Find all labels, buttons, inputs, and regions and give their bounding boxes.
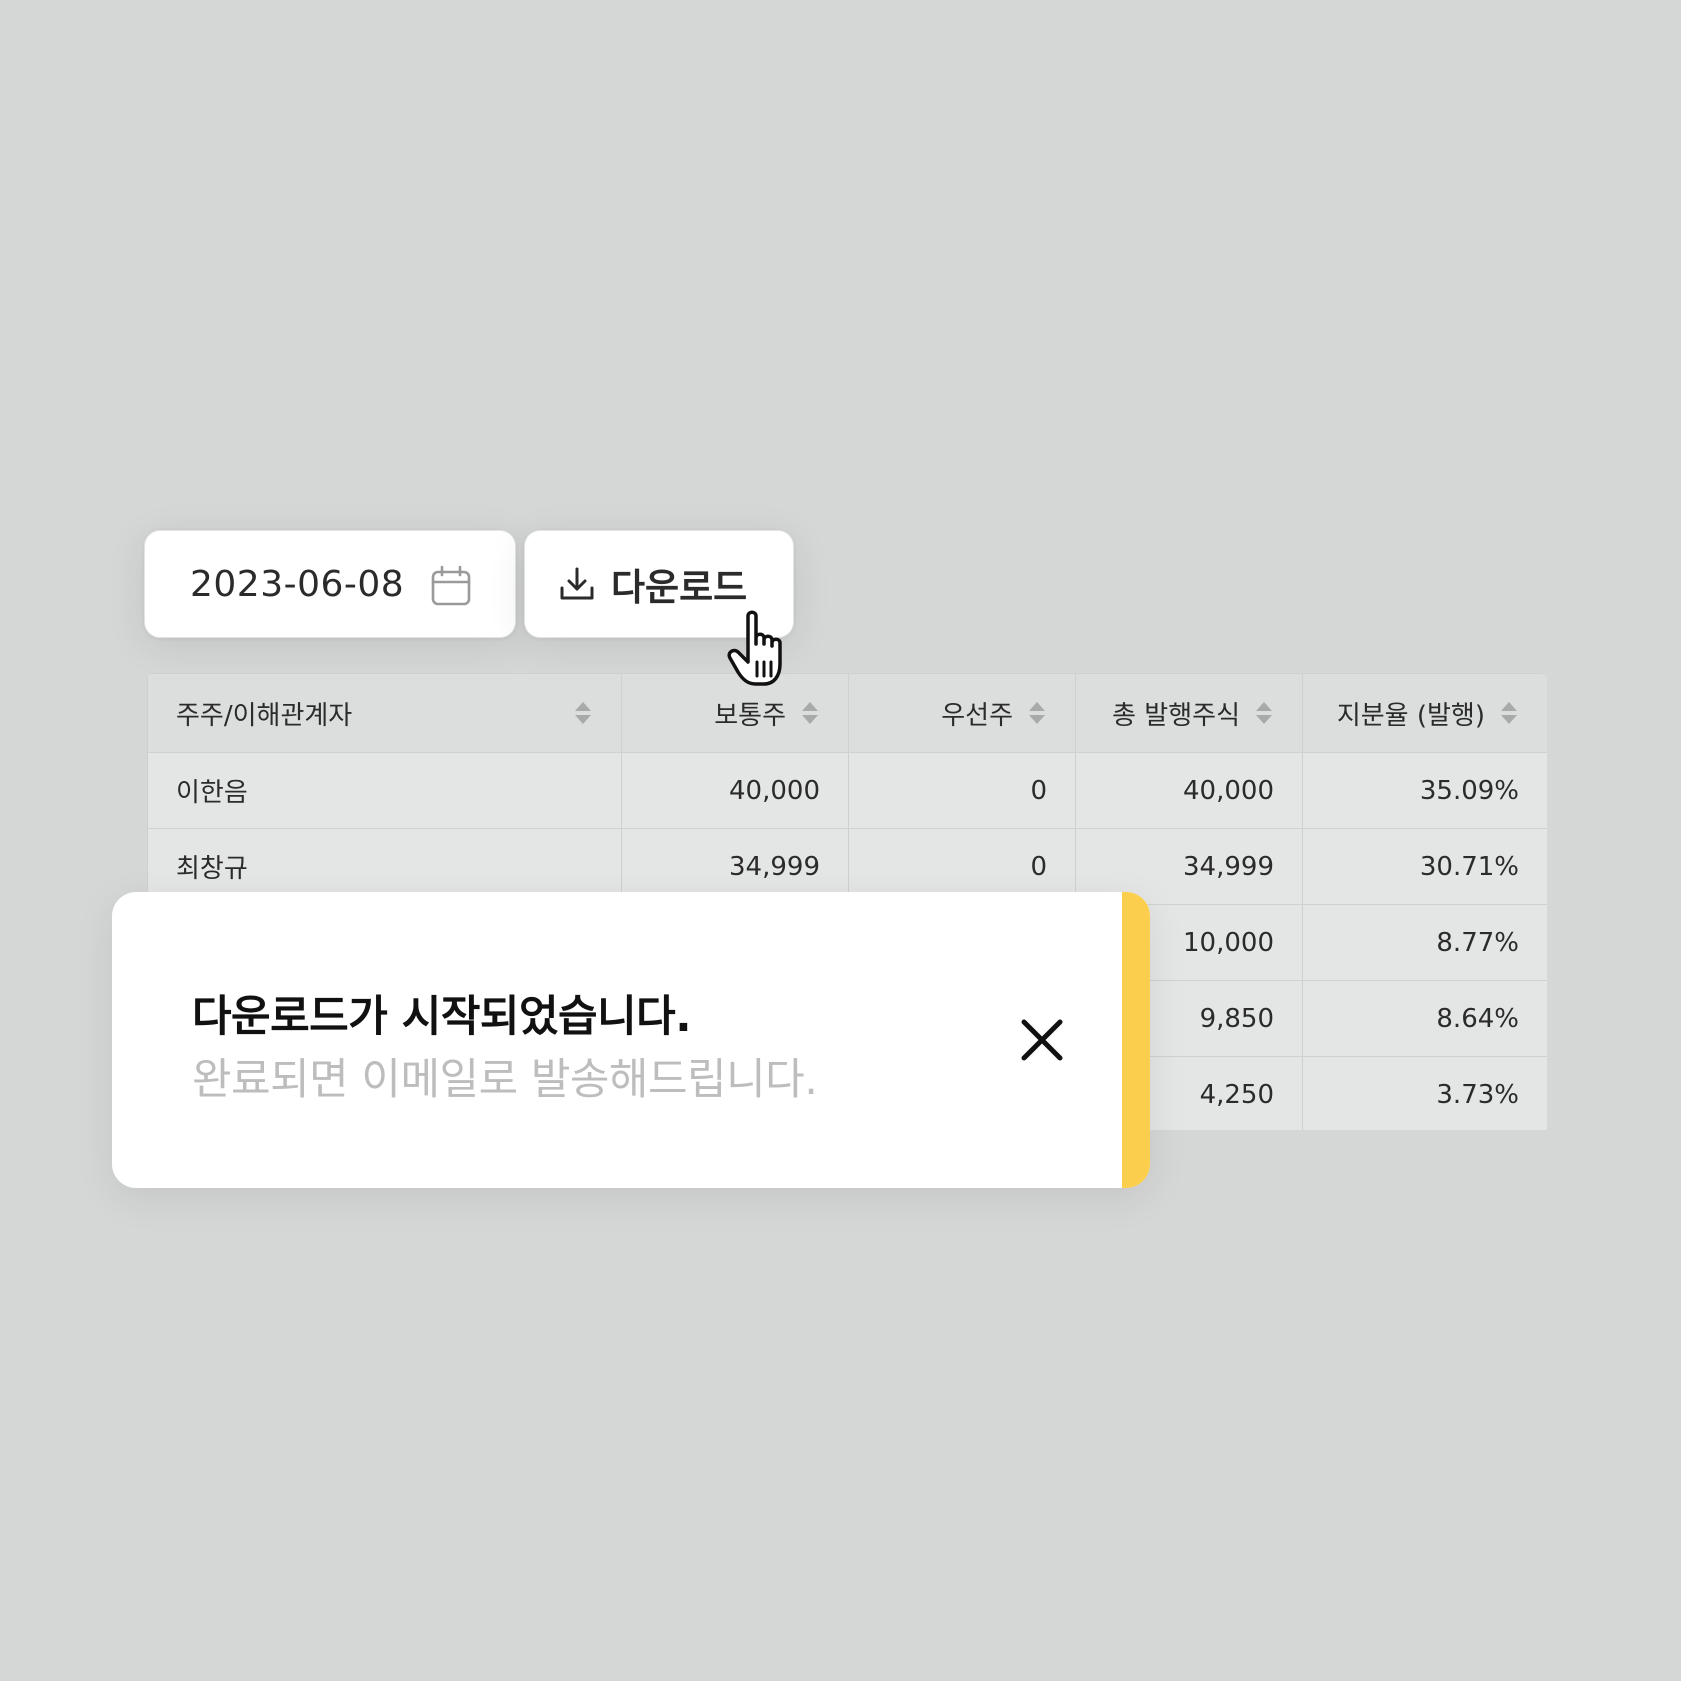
column-header-label: 지분율 (발행) [1336,700,1485,731]
column-header-ownership[interactable]: 지분율 (발행) [1302,673,1547,753]
toast-accent-bar [1122,892,1150,1188]
close-icon[interactable] [1012,1010,1072,1070]
download-icon [560,567,594,600]
table-cell: 40,000 [621,752,849,829]
calendar-icon[interactable] [430,565,472,607]
column-header-label: 총 발행주식 [1112,700,1240,731]
table-cell: 0 [848,752,1076,829]
toast-notification: 다운로드가 시작되었습니다. 완료되면 이메일로 발송해드립니다. [112,892,1150,1188]
column-header-label: 주주/이해관계자 [176,700,353,731]
column-header-preferred-stock[interactable]: 우선주 [848,673,1076,753]
column-header-total-issued[interactable]: 총 발행주식 [1075,673,1303,753]
table-cell: 8.64% [1302,980,1547,1057]
sort-icon[interactable] [1254,699,1274,727]
column-header-shareholder[interactable]: 주주/이해관계자 [147,673,622,753]
date-value: 2023-06-08 [190,563,405,605]
date-picker[interactable]: 2023-06-08 [144,530,516,638]
download-button-label: 다운로드 [611,566,748,609]
table-cell: 30.71% [1302,828,1547,905]
table-cell: 이한음 [147,752,622,829]
toast-title: 다운로드가 시작되었습니다. [192,992,692,1042]
hand-pointer-icon [727,610,782,686]
sort-icon[interactable] [800,699,820,727]
sort-icon[interactable] [1499,699,1519,727]
table-cell: 35.09% [1302,752,1547,829]
table-cell: 40,000 [1075,752,1303,829]
table-row: 이한음 40,000 0 40,000 35.09% [147,752,1547,829]
table-cell: 8.77% [1302,904,1547,981]
sort-icon[interactable] [573,699,593,727]
table-header-row: 주주/이해관계자 보통주 우선주 총 발행주식 지분율 (발행) [147,673,1547,753]
column-header-label: 보통주 [714,700,786,731]
toast-message: 완료되면 이메일로 발송해드립니다. [192,1055,818,1105]
sort-icon[interactable] [1027,699,1047,727]
column-header-label: 우선주 [941,700,1013,731]
table-cell: 3.73% [1302,1056,1547,1130]
